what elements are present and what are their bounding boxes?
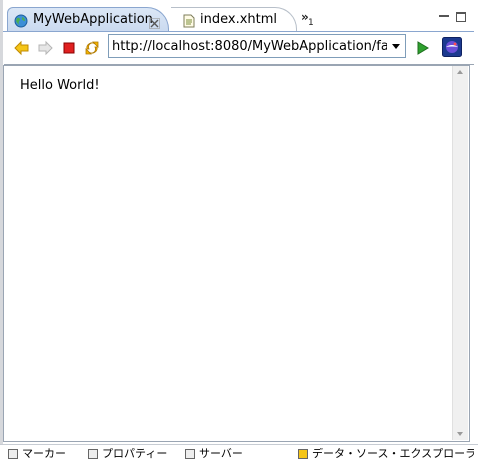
url-dropdown-icon[interactable] — [392, 44, 400, 49]
refresh-icon[interactable] — [84, 40, 100, 56]
maximize-icon[interactable] — [456, 12, 466, 22]
tab-mywebapplication[interactable]: MyWebApplication — [7, 7, 169, 33]
bottom-view-tabs: マーカー プロパティー サーバー データ・ソース・エクスプローラー — [0, 444, 478, 460]
tab-properties[interactable]: プロパティー — [102, 448, 172, 460]
tab-data-source-explorer[interactable]: データ・ソース・エクスプローラー — [312, 448, 474, 460]
url-input[interactable] — [112, 37, 387, 55]
browser-content[interactable]: Hello World! — [4, 66, 452, 440]
page-text: Hello World! — [20, 78, 100, 93]
servers-icon — [185, 449, 195, 459]
forward-arrow-icon[interactable] — [37, 40, 53, 56]
browser-logo-icon — [442, 37, 462, 57]
go-icon[interactable] — [415, 40, 431, 56]
tab-markers[interactable]: マーカー — [22, 448, 72, 460]
browser-view-window: MyWebApplication index.xhtml » 1 http://… — [0, 0, 478, 460]
markers-icon — [8, 449, 18, 459]
properties-icon — [88, 449, 98, 459]
tab-label-active: MyWebApplication — [33, 12, 153, 27]
url-field[interactable] — [108, 34, 406, 58]
file-icon — [183, 13, 195, 32]
minimize-icon[interactable] — [439, 12, 449, 22]
tab-index-xhtml[interactable]: index.xhtml — [171, 7, 297, 33]
data-source-icon — [298, 449, 308, 459]
tab-label-inactive: index.xhtml — [200, 12, 278, 27]
left-gutter — [0, 0, 3, 455]
vertical-scrollbar[interactable] — [452, 66, 468, 440]
tab-overflow-count: 1 — [308, 18, 314, 28]
globe-icon — [14, 13, 28, 32]
back-arrow-icon[interactable] — [14, 40, 30, 56]
tab-servers[interactable]: サーバー — [199, 448, 279, 460]
scroll-down-icon[interactable] — [457, 432, 463, 436]
editor-tab-bar: MyWebApplication index.xhtml » 1 — [3, 4, 474, 33]
stop-icon[interactable] — [61, 40, 77, 56]
scroll-up-icon[interactable] — [457, 70, 463, 74]
